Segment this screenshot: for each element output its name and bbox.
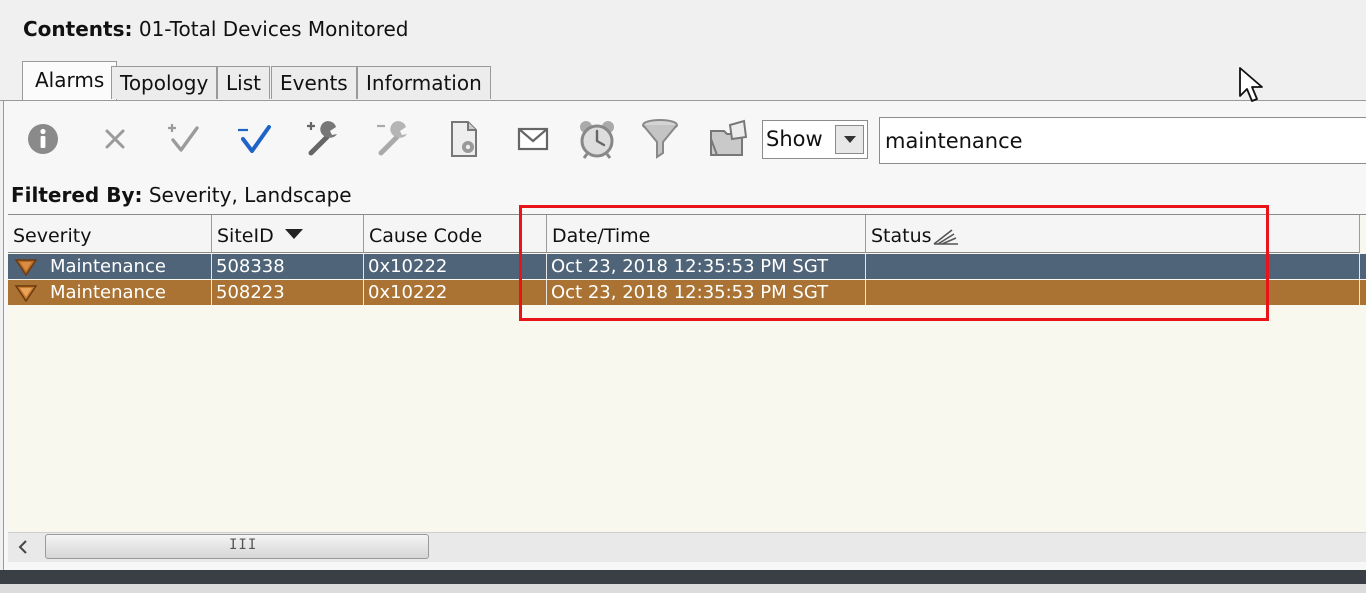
alarm-clock-icon[interactable] xyxy=(576,118,618,160)
show-select-value: Show xyxy=(766,127,823,151)
contents-label: Contents: xyxy=(23,17,133,41)
severity-cell: Maintenance xyxy=(8,254,212,279)
report-icon[interactable] xyxy=(443,118,485,160)
sort-descending-icon xyxy=(285,229,303,239)
bottom-border xyxy=(0,570,1366,584)
tab-topology[interactable]: Topology xyxy=(111,66,218,99)
severity-cell: Maintenance xyxy=(8,280,212,305)
column-header-severity[interactable]: Severity xyxy=(8,215,212,253)
column-header-label: Cause Code xyxy=(369,225,483,247)
acknowledge-add-icon[interactable] xyxy=(162,118,204,160)
filter-value: Severity, Landscape xyxy=(148,183,352,207)
clear-maintenance-icon[interactable] xyxy=(372,118,414,160)
filter-funnel-icon[interactable] xyxy=(639,118,681,160)
set-maintenance-icon[interactable] xyxy=(302,118,344,160)
tab-alarms[interactable]: Alarms xyxy=(22,61,118,101)
clear-alarm-icon[interactable] xyxy=(94,118,136,160)
horizontal-scrollbar[interactable]: III xyxy=(8,532,1366,562)
acknowledge-icon[interactable] xyxy=(233,118,275,160)
tab-list[interactable]: List xyxy=(217,66,270,99)
export-folder-icon[interactable] xyxy=(708,118,750,160)
info-icon[interactable] xyxy=(22,118,64,160)
tab-information[interactable]: Information xyxy=(357,66,491,99)
filter-label: Filtered By: xyxy=(11,183,143,207)
show-select[interactable]: Show xyxy=(762,120,868,159)
maintenance-severity-icon xyxy=(14,259,38,276)
email-icon[interactable] xyxy=(512,118,554,160)
scroll-left-icon[interactable] xyxy=(18,540,28,554)
contents-header: Contents: 01-Total Devices Monitored xyxy=(23,17,409,41)
severity-text: Maintenance xyxy=(50,282,166,303)
tab-events[interactable]: Events xyxy=(271,66,357,99)
maintenance-severity-icon xyxy=(14,285,38,302)
scrollbar-thumb[interactable]: III xyxy=(45,534,429,559)
column-header-label: Severity xyxy=(13,225,92,247)
highlight-box xyxy=(519,205,1269,321)
siteid-cell: 508223 xyxy=(212,280,364,305)
siteid-cell: 508338 xyxy=(212,254,364,279)
chevron-down-icon[interactable] xyxy=(835,125,864,154)
severity-text: Maintenance xyxy=(50,256,166,277)
column-header-siteid[interactable]: SiteID xyxy=(212,215,364,253)
column-header-label: SiteID xyxy=(217,225,274,247)
contents-value: 01-Total Devices Monitored xyxy=(138,17,409,41)
search-input[interactable] xyxy=(879,117,1366,164)
mouse-cursor-icon xyxy=(1239,67,1263,102)
bottom-strip xyxy=(0,584,1366,593)
filter-summary: Filtered By: Severity, Landscape xyxy=(11,183,352,207)
scrollbar-grip: III xyxy=(229,537,258,553)
